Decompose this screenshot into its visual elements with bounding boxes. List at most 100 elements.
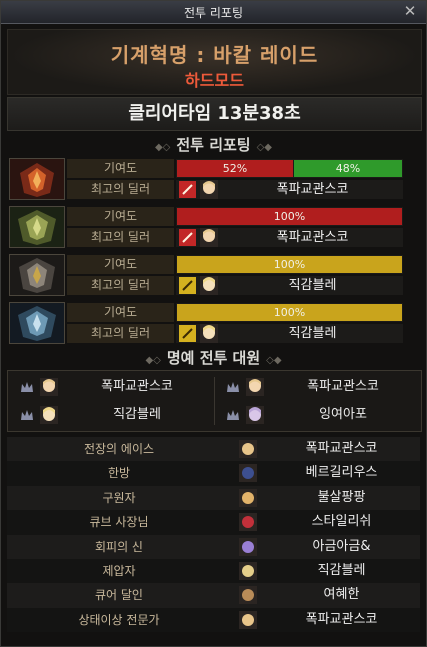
window-title: 전투 리포팅 (183, 6, 243, 20)
avatar (239, 537, 257, 556)
title-bar: 전투 리포팅 ✕ (1, 1, 426, 24)
title-label: 상태이상 전문가 (78, 612, 160, 627)
contribution-bar: 100% (176, 207, 403, 226)
avatar (40, 406, 58, 424)
title-list: 전장의 에이스 폭파교관스코 한방 베르길리우스 구원자 불살팡팡 큐브 사장님… (7, 437, 420, 633)
best-dealer: 폭파교관스코 (176, 180, 403, 199)
avatar (239, 586, 257, 605)
avatar (239, 513, 257, 532)
title-row: 제압자 직감블레 (7, 558, 420, 584)
member-name: 폭파교관스코 (307, 379, 379, 394)
contribution-bar: 100% (176, 303, 403, 322)
title-row: 큐브 사장님 스타일리쉬 (7, 510, 420, 535)
contribution-segment: 100% (177, 208, 402, 225)
title-row: 큐어 달인 여혜한 (7, 583, 420, 608)
honor-member: 폭파교관스코 (12, 374, 212, 400)
title-holder-name: 폭파교관스코 (305, 611, 378, 627)
title-holder-name: 아금아금& (312, 538, 371, 554)
contribution-segment: 48% (294, 160, 402, 177)
title-label: 큐어 달인 (95, 588, 143, 603)
best-dealer-label: 최고의 딜러 (67, 276, 174, 295)
title-label: 한방 (107, 466, 131, 481)
best-dealer-label: 최고의 딜러 (67, 324, 174, 343)
contribution-bar: 100% (176, 255, 403, 274)
title-row: 회피의 신 아금아금& (7, 534, 420, 559)
avatar (200, 180, 218, 199)
contribution-label: 기여도 (67, 303, 174, 322)
best-dealer: 직감블레 (176, 276, 403, 295)
report-row: 기여도 최고의 딜러 52% 48% 폭파교관스코 (7, 158, 404, 200)
honor-heading-text: 명예 전투 대원 (166, 349, 261, 367)
avatar (200, 276, 218, 295)
blue-dragon-portrait-icon (9, 302, 65, 344)
contribution-segment: 52% (177, 160, 293, 177)
contribution-segment: 100% (177, 256, 402, 273)
contribution-label: 기여도 (67, 255, 174, 274)
title-holder-name: 불살팡팡 (317, 489, 366, 505)
avatar (239, 610, 257, 629)
close-button[interactable]: ✕ (402, 3, 418, 19)
yellow-weapon-icon (179, 325, 196, 342)
title-holder-name: 직감블레 (317, 562, 366, 578)
avatar (246, 378, 264, 396)
clear-time: 클리어타임 13분38초 (7, 97, 422, 131)
title-label: 회피의 신 (95, 539, 143, 554)
contribution-label: 기여도 (67, 159, 174, 178)
member-name: 직감블레 (113, 407, 161, 422)
avatar (200, 324, 218, 343)
honor-member: 잉여아포 (218, 402, 418, 428)
crown-icon (21, 410, 33, 420)
dealer-name: 폭파교관스코 (276, 230, 349, 245)
report-row: 기여도 최고의 딜러 100% 직감블레 (7, 254, 404, 296)
title-row: 한방 베르길리우스 (7, 461, 420, 486)
title-row: 전장의 에이스 폭파교관스코 (7, 437, 420, 462)
best-dealer: 직감블레 (176, 324, 403, 343)
contribution-label: 기여도 (67, 207, 174, 226)
report-row: 기여도 최고의 딜러 100% 폭파교관스코 (7, 206, 404, 248)
avatar (200, 228, 218, 247)
battle-report-heading: ◆◇ 전투 리포팅 ◇◆ (154, 136, 272, 154)
crown-icon (227, 382, 239, 392)
raid-name: 기계혁명 : 바칼 레이드 (110, 43, 319, 67)
honor-divider (214, 377, 215, 425)
honor-member: 직감블레 (12, 402, 212, 428)
avatar (239, 464, 257, 483)
best-dealer-label: 최고의 딜러 (67, 228, 174, 247)
member-name: 잉여아포 (319, 407, 367, 422)
avatar (239, 488, 257, 507)
title-holder-name: 폭파교관스코 (305, 441, 378, 456)
gray-dragon-portrait-icon (9, 254, 65, 296)
report-row: 기여도 최고의 딜러 100% 직감블레 (7, 302, 404, 344)
title-label: 구원자 (102, 490, 136, 505)
member-name: 폭파교관스코 (101, 379, 173, 394)
crown-icon (227, 410, 239, 420)
raid-header: 기계혁명 : 바칼 레이드 하드모드 (7, 29, 422, 95)
avatar (239, 561, 257, 580)
honor-member: 폭파교관스코 (218, 374, 418, 400)
best-dealer-label: 최고의 딜러 (67, 180, 174, 199)
title-holder-name: 여혜한 (323, 587, 360, 603)
avatar (246, 406, 264, 424)
green-dragon-portrait-icon (9, 206, 65, 248)
difficulty-mode: 하드모드 (185, 71, 244, 90)
red-weapon-icon (179, 181, 196, 198)
crown-icon (21, 382, 33, 392)
contribution-segment: 100% (177, 304, 402, 321)
title-row: 상태이상 전문가 폭파교관스코 (7, 607, 420, 633)
battle-report-heading-text: 전투 리포팅 (176, 136, 251, 154)
title-row: 구원자 불살팡팡 (7, 485, 420, 511)
dealer-name: 직감블레 (288, 326, 337, 341)
title-label: 전장의 에이스 (83, 442, 155, 456)
red-dragon-portrait-icon (9, 158, 65, 200)
title-holder-name: 베르길리우스 (305, 465, 378, 481)
dealer-name: 폭파교관스코 (276, 182, 349, 197)
yellow-weapon-icon (179, 277, 196, 294)
red-weapon-icon (179, 229, 196, 246)
best-dealer: 폭파교관스코 (176, 228, 403, 247)
battle-report-window: 전투 리포팅 ✕ 기계혁명 : 바칼 레이드 하드모드 클리어타임 13분38초… (0, 0, 427, 647)
honor-members-panel: 폭파교관스코 폭파교관스코 직감블레 잉여아포 (7, 370, 422, 432)
avatar (239, 440, 257, 458)
avatar (40, 378, 58, 396)
dealer-name: 직감블레 (288, 278, 337, 293)
contribution-bar: 52% 48% (176, 159, 403, 178)
